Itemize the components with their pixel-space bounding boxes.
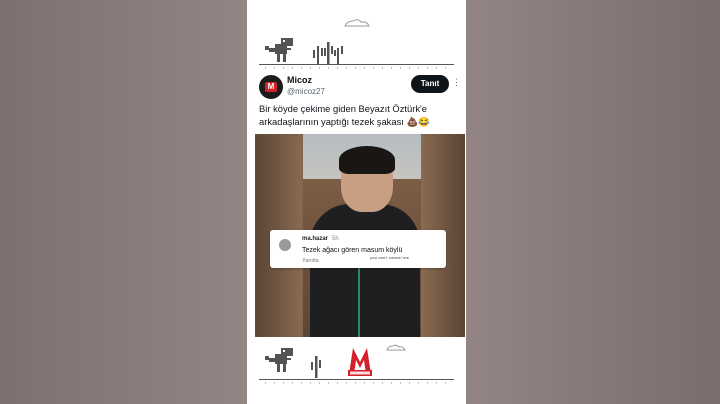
comment-username[interactable]: ma.hazar — [302, 236, 328, 242]
avatar[interactable]: M — [259, 75, 283, 99]
cloud-icon — [344, 19, 370, 27]
micoz-logo-icon — [348, 348, 372, 376]
ground-line-top — [259, 64, 454, 65]
cloud-icon — [386, 344, 406, 351]
author-name[interactable]: Micoz — [287, 75, 312, 85]
blurred-background-right — [466, 0, 720, 404]
reply-link[interactable]: Yanıtla — [302, 258, 319, 264]
ground-line-bottom — [259, 379, 454, 380]
video-person-hair — [339, 146, 395, 174]
blurred-background-left — [0, 0, 247, 404]
comment-text: Tezek ağacı gören masum köylü — [302, 247, 403, 254]
comment-time: 5h — [332, 236, 339, 242]
post-text: Bir köyde çekime giden Beyazıt Öztürk'e … — [259, 103, 430, 127]
follow-button[interactable]: Tanıt — [411, 75, 449, 93]
comment-avatar[interactable] — [279, 239, 291, 251]
comment-overlay: ma.hazar 5h Tezek ağacı gören masum köyl… — [270, 230, 446, 268]
ground-dots-top — [261, 67, 451, 69]
video-person-body — [310, 204, 420, 337]
cactus-icon — [311, 356, 321, 378]
dino-icon — [265, 38, 293, 62]
dino-game-graphic-top — [265, 19, 370, 64]
brand-logo-icon: M — [265, 82, 277, 92]
author-handle[interactable]: @micoz27 — [287, 87, 325, 96]
microphone-cable — [358, 256, 360, 337]
more-options-icon[interactable]: ⋮ — [452, 77, 461, 88]
ground-dots-bottom — [261, 382, 451, 384]
comment-signature: you can't cancel me — [370, 255, 410, 260]
dino-icon — [265, 348, 293, 372]
cactus-icon — [313, 42, 343, 64]
post-header: M Micoz @micoz27 Tanıt ⋮ — [259, 73, 461, 101]
post-card: M Micoz @micoz27 Tanıt ⋮ Bir köyde çekim… — [247, 0, 466, 404]
